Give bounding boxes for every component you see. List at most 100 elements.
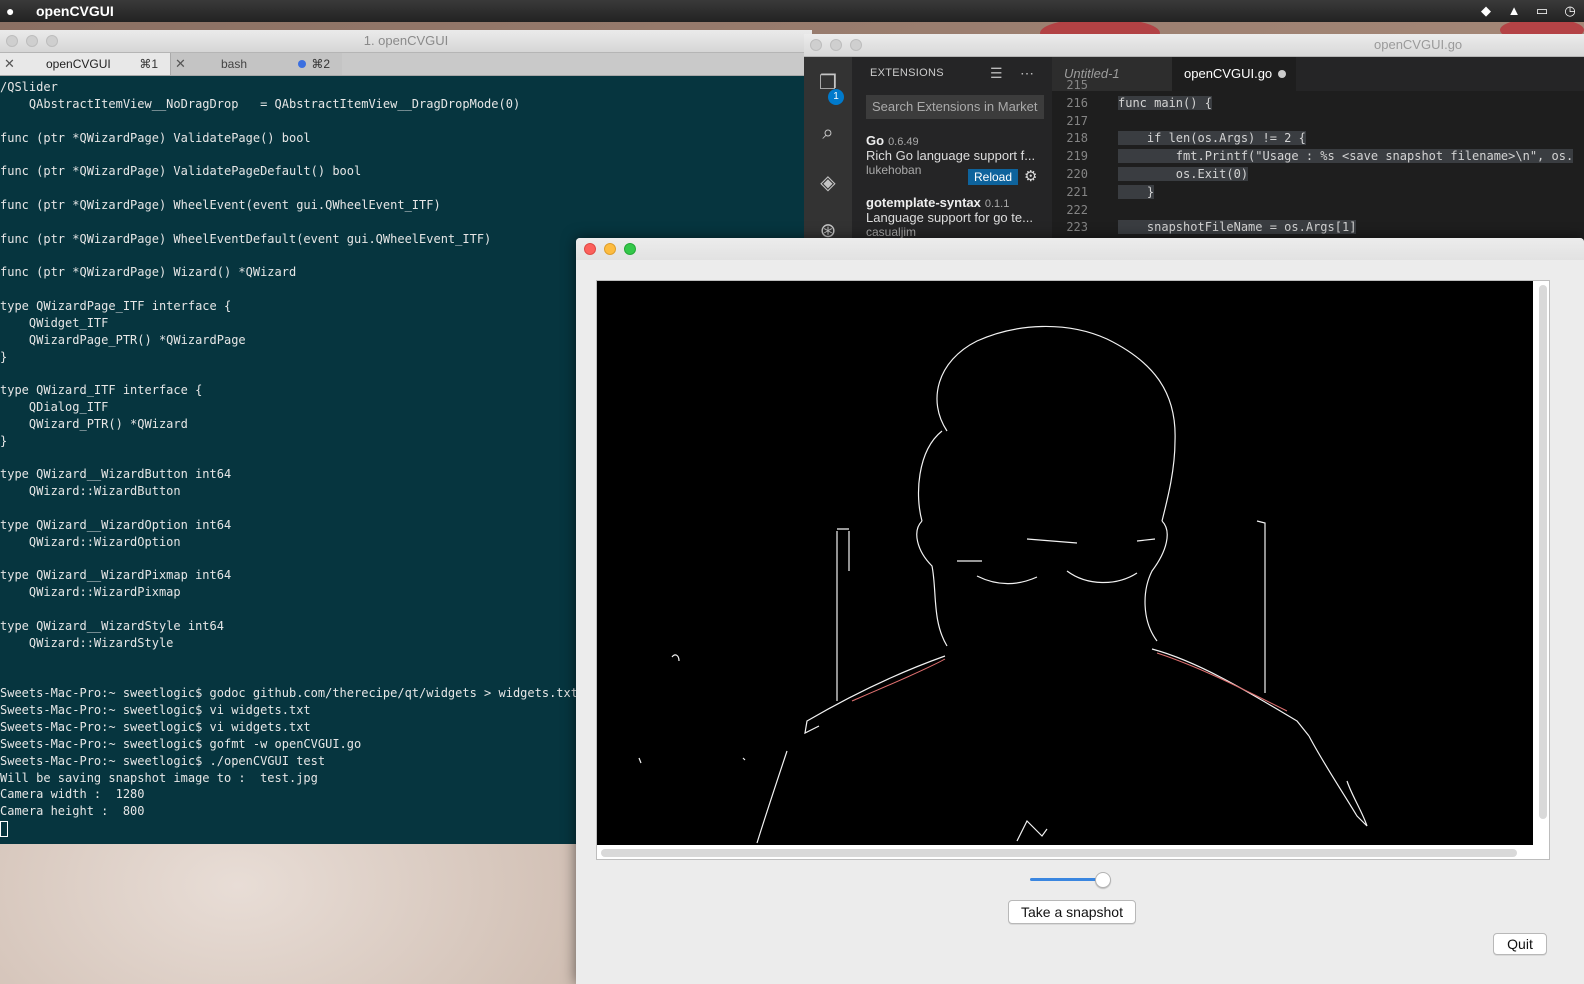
- quit-button[interactable]: Quit: [1493, 933, 1547, 955]
- extension-item-gotemplate[interactable]: gotemplate-syntax 0.1.1 Language support …: [866, 195, 1048, 239]
- tab-shortcut: ⌘1: [139, 57, 158, 71]
- minimize-button[interactable]: [26, 35, 38, 47]
- terminal-tabs: ✕ openCVGUI ⌘1 ✕ bash ⌘2: [0, 53, 812, 76]
- dropbox-icon[interactable]: ◆: [1478, 3, 1494, 19]
- tab-label: openCVGUI: [46, 57, 111, 71]
- opencvgui-titlebar: [576, 238, 1584, 260]
- menu-app-name[interactable]: openCVGUI: [36, 3, 114, 19]
- terminal-tab-bash[interactable]: ✕ bash ⌘2: [170, 53, 342, 75]
- vertical-scrollbar[interactable]: [1539, 285, 1547, 819]
- close-tab-icon[interactable]: ✕: [175, 56, 186, 72]
- horizontal-scrollbar[interactable]: [601, 849, 1517, 857]
- line-number: 216: [1066, 95, 1088, 110]
- code-text: fmt.Printf("Usage : %s <save snapshot fi…: [1118, 149, 1574, 164]
- more-icon[interactable]: ⋯: [1020, 65, 1034, 82]
- zoom-button[interactable]: [850, 39, 862, 51]
- reload-button[interactable]: Reload: [968, 169, 1019, 185]
- camera-view: [597, 281, 1533, 845]
- zoom-button[interactable]: [624, 243, 636, 255]
- take-snapshot-button[interactable]: Take a snapshot: [1008, 900, 1136, 924]
- code-text: func main() {: [1118, 95, 1212, 110]
- close-tab-icon[interactable]: ✕: [4, 56, 15, 72]
- gear-icon[interactable]: ⚙: [1024, 167, 1037, 185]
- terminal-tab-opencvgui[interactable]: ✕ openCVGUI ⌘1: [0, 53, 170, 75]
- close-button[interactable]: [584, 243, 596, 255]
- line-number: 220: [1066, 166, 1088, 181]
- edge-detection-image: [638, 325, 1368, 844]
- line-number: 219: [1066, 149, 1088, 164]
- line-number: 223: [1066, 220, 1088, 235]
- code-text: }: [1118, 184, 1155, 199]
- editor-area: Untitled-1 openCVGUI.go 215 216 func main(…: [1052, 57, 1584, 244]
- extensions-sidebar: EXTENSIONS ☰ ⋯ Search Extensions in Mark…: [852, 57, 1052, 244]
- minimize-button[interactable]: [830, 39, 842, 51]
- search-icon[interactable]: ⌕: [816, 121, 840, 145]
- code-text: if len(os.Args) != 2 {: [1118, 131, 1306, 146]
- line-number: 215: [1066, 78, 1088, 92]
- minimize-button[interactable]: [604, 243, 616, 255]
- activity-bar: ❐ 1 ⌕ ◈ ⊛: [804, 57, 852, 244]
- window-controls: [584, 243, 636, 255]
- code-line: 221 }: [1052, 184, 1584, 202]
- terminal-line: func (ptr *QWizardPage) ValidatePage() b…: [0, 130, 311, 145]
- zoom-button[interactable]: [46, 35, 58, 47]
- git-icon[interactable]: ◈: [816, 171, 840, 195]
- apple-icon[interactable]: ●: [6, 3, 26, 19]
- line-number: 222: [1066, 202, 1088, 217]
- terminal-titlebar: 1. openCVGUI: [0, 30, 812, 53]
- menu-bar: ● openCVGUI ◆ ▲ ▭ ◷: [0, 0, 1584, 22]
- vscode-window: openCVGUI.go ❐ 1 ⌕ ◈ ⊛ EXTENSIONS ☰ ⋯ Se…: [804, 34, 1584, 244]
- threshold-slider[interactable]: [1030, 872, 1114, 888]
- head-outline: [936, 325, 1176, 522]
- terminal-title: 1. openCVGUI: [363, 33, 449, 48]
- terminal-line: func (ptr *QWizardPage) WheelEvent(event…: [0, 197, 441, 212]
- slider-knob[interactable]: [1095, 872, 1111, 888]
- line-number: 218: [1066, 131, 1088, 146]
- code-line: 219 fmt.Printf("Usage : %s <save snapsho…: [1052, 148, 1584, 166]
- status-icons: ◆ ▲ ▭ ◷: [1478, 3, 1578, 19]
- filter-icon[interactable]: ☰: [990, 65, 1003, 82]
- clock-icon[interactable]: ◷: [1562, 3, 1578, 19]
- vscode-title: openCVGUI.go: [1374, 37, 1463, 52]
- code-line: 220 os.Exit(0): [1052, 166, 1584, 184]
- code-line: 218 if len(os.Args) != 2 {: [1052, 130, 1584, 148]
- sidebar-header: EXTENSIONS: [870, 67, 944, 79]
- code-line: 216 func main() {: [1052, 95, 1584, 113]
- tab-shortcut: ⌘2: [311, 57, 330, 71]
- code-text: snapshotFileName = os.Args[1]: [1118, 220, 1357, 235]
- opencvgui-window: Take a snapshot Quit: [576, 238, 1584, 984]
- line-number: 221: [1066, 184, 1088, 199]
- camera-view-frame: [596, 280, 1550, 860]
- code-line: 215: [1052, 77, 1584, 95]
- code-line: 223 snapshotFileName = os.Args[1]: [1052, 219, 1584, 237]
- code-line: 222: [1052, 202, 1584, 220]
- close-button[interactable]: [810, 39, 822, 51]
- terminal-line: QAbstractItemView__NoDragDrop = QAbstrac…: [0, 96, 521, 111]
- explorer-badge: 1: [828, 89, 844, 105]
- extensions-search-input[interactable]: Search Extensions in Market: [866, 95, 1044, 119]
- drive-icon[interactable]: ▲: [1506, 3, 1522, 19]
- close-button[interactable]: [6, 35, 18, 47]
- code-text: os.Exit(0): [1118, 166, 1249, 181]
- extension-author: lukehoban: [866, 163, 922, 177]
- code-line: 217: [1052, 113, 1584, 131]
- tab-label: bash: [221, 57, 248, 71]
- vscode-titlebar: openCVGUI.go: [804, 34, 1584, 57]
- extension-version: 0.6.49: [888, 136, 919, 148]
- window-controls: [810, 39, 862, 51]
- terminal-line: /QSlider: [0, 80, 58, 94]
- extension-item-go[interactable]: Go 0.6.49 Rich Go language support f... l…: [866, 133, 1048, 185]
- extension-version: 0.1.1: [984, 198, 1010, 210]
- code-editor[interactable]: 215 216 func main() { 217 218 if len(os.Args…: [1052, 77, 1584, 237]
- terminal-line: func (ptr *QWizardPage) ValidatePageDefa…: [0, 164, 362, 179]
- activity-dot-icon: [298, 60, 306, 68]
- terminal-cursor: [0, 820, 8, 837]
- extension-description: Rich Go language support f...: [866, 148, 1036, 163]
- window-icon[interactable]: ▭: [1534, 3, 1550, 19]
- extension-author: casualjim: [866, 225, 917, 239]
- extension-name: Go: [866, 133, 885, 148]
